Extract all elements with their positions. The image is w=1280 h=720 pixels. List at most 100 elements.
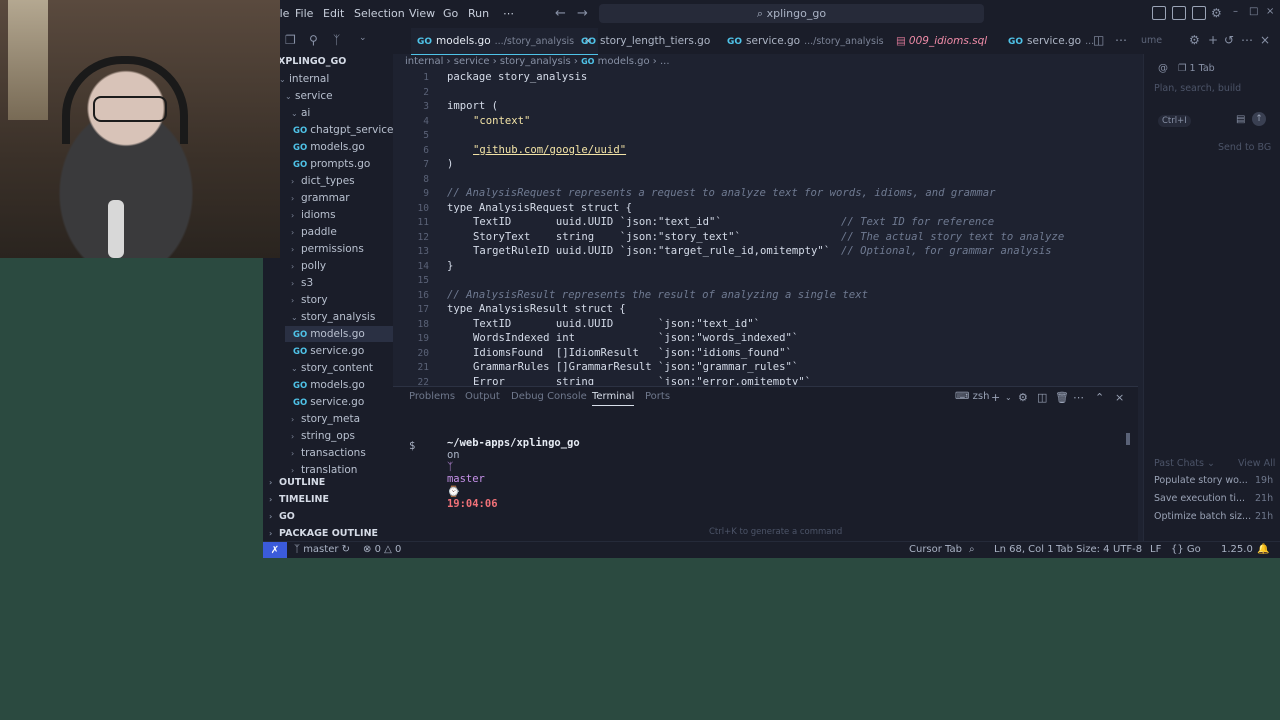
context-tab-chip[interactable]: ❐ 1 Tab: [1178, 63, 1215, 74]
tree-file-chatgpt-service[interactable]: GO chatgpt_service...: [293, 124, 404, 136]
tree-folder-story[interactable]: › story: [291, 294, 328, 306]
explorer-files-icon[interactable]: ❐: [285, 33, 296, 47]
terminal-cursor[interactable]: $: [409, 440, 415, 452]
status-cursor-tab[interactable]: Cursor Tab: [909, 544, 962, 555]
tree-file-prompts[interactable]: GO prompts.go: [293, 158, 370, 170]
menu-view[interactable]: View: [409, 7, 435, 20]
breadcrumb-story-analysis[interactable]: story_analysis: [500, 56, 571, 67]
tree-folder-polly[interactable]: › polly: [291, 260, 326, 272]
new-chat-plus-icon[interactable]: +: [1208, 33, 1218, 47]
tree-folder-string-ops[interactable]: › string_ops: [291, 430, 355, 442]
split-editor-icon[interactable]: ◫: [1093, 33, 1104, 47]
menu-go[interactable]: Go: [443, 7, 458, 20]
send-arrow-icon[interactable]: ↑: [1252, 112, 1266, 126]
view-all-link[interactable]: View All: [1238, 458, 1275, 469]
status-language[interactable]: {} Go: [1171, 544, 1201, 555]
breadcrumb-service[interactable]: service: [454, 56, 490, 67]
toggle-panel-icon[interactable]: [1172, 6, 1186, 20]
tree-file-story-content-service[interactable]: GO service.go: [293, 396, 364, 408]
chat-more-icon[interactable]: ⋯: [1241, 33, 1253, 47]
status-eol[interactable]: LF: [1150, 544, 1161, 555]
breadcrumb-internal[interactable]: internal: [405, 56, 443, 67]
at-mention-icon[interactable]: @: [1158, 63, 1168, 74]
panel-tab-terminal[interactable]: Terminal: [592, 391, 635, 406]
chat-mode-selector[interactable]: Ctrl+I: [1158, 115, 1191, 127]
close-window-icon[interactable]: ×: [1266, 6, 1274, 17]
tree-folder-permissions[interactable]: › permissions: [291, 243, 364, 255]
menu-selection[interactable]: Selection: [354, 7, 405, 20]
section-timeline[interactable]: › TIMELINE: [269, 494, 329, 505]
terminal-scrollbar[interactable]: [1126, 433, 1130, 445]
image-upload-icon[interactable]: ▤: [1236, 114, 1245, 125]
close-chat-icon[interactable]: ×: [1260, 33, 1270, 47]
panel-tab-problems[interactable]: Problems: [409, 391, 455, 402]
split-terminal-icon[interactable]: ◫: [1037, 391, 1047, 404]
settings-gear-icon[interactable]: ⚙: [1211, 6, 1222, 20]
panel-tab-ports[interactable]: Ports: [645, 391, 670, 402]
panel-tab-debug-console[interactable]: Debug Console: [511, 391, 587, 402]
tab-models-go[interactable]: GO models.go .../story_analysis ×: [411, 28, 599, 55]
back-arrow-icon[interactable]: ←: [555, 6, 566, 21]
new-terminal-plus-icon[interactable]: +: [991, 391, 1000, 404]
tree-folder-paddle[interactable]: › paddle: [291, 226, 337, 238]
section-outline[interactable]: › OUTLINE: [269, 477, 325, 488]
tree-folder-s3[interactable]: › s3: [291, 277, 313, 289]
tree-folder-story-analysis[interactable]: ⌄ story_analysis: [291, 311, 375, 323]
tree-folder-story-content[interactable]: ⌄ story_content: [291, 362, 373, 374]
zoom-icon[interactable]: ⌕: [969, 544, 975, 555]
tree-file-ai-models[interactable]: GO models.go: [293, 141, 365, 153]
status-branch[interactable]: ᛉ master ↻: [294, 544, 350, 555]
chat-history-icon[interactable]: ↺: [1224, 33, 1234, 47]
more-icon[interactable]: ⋯: [1073, 391, 1084, 404]
tab-service-go[interactable]: GO service.go .../story_analysis: [727, 28, 884, 54]
panel-tab-output[interactable]: Output: [465, 391, 500, 402]
tree-folder-transactions[interactable]: › transactions: [291, 447, 366, 459]
chat-history-item[interactable]: Save execution ti...: [1154, 493, 1245, 504]
source-control-icon[interactable]: ᛉ: [333, 33, 340, 47]
menu-more[interactable]: ⋯: [503, 7, 514, 20]
chevron-down-icon[interactable]: ⌄: [359, 33, 367, 43]
tree-folder-idioms[interactable]: › idioms: [291, 209, 336, 221]
tree-file-story-analysis-service[interactable]: GO service.go: [293, 345, 364, 357]
chevron-down-icon[interactable]: ⌄: [1005, 393, 1012, 402]
status-position[interactable]: Ln 68, Col 1: [994, 544, 1054, 555]
toggle-secondary-sidebar-icon[interactable]: [1192, 6, 1206, 20]
explorer-root-label[interactable]: XPLINGO_GO: [278, 56, 346, 67]
chat-settings-gear-icon[interactable]: ⚙: [1189, 33, 1200, 47]
send-to-background[interactable]: Send to BG: [1218, 142, 1271, 153]
status-problems[interactable]: ⊗ 0 △ 0: [363, 544, 401, 555]
terminal-prompt-line[interactable]: ~/web-apps/xplingo_go on ᛉ master ⌚ 19:0…: [409, 425, 580, 522]
tab-story-length-tiers[interactable]: GO story_length_tiers.go: [581, 28, 710, 54]
tree-folder-translation[interactable]: › translation: [291, 464, 357, 476]
minimize-icon[interactable]: –: [1233, 6, 1238, 17]
menu-edit[interactable]: Edit: [323, 7, 344, 20]
section-package-outline[interactable]: › PACKAGE OUTLINE: [269, 528, 378, 539]
tree-folder-service[interactable]: ⌄ service: [285, 90, 333, 102]
tree-folder-ai[interactable]: ⌄ ai: [291, 107, 310, 119]
tab-ume[interactable]: ume: [1141, 28, 1162, 54]
trash-icon[interactable]: 🗑: [1055, 391, 1069, 404]
maximize-icon[interactable]: □: [1249, 6, 1258, 17]
menu-run[interactable]: Run: [468, 7, 489, 20]
forward-arrow-icon[interactable]: →: [577, 6, 588, 21]
tab-idioms-sql[interactable]: ▤ 009_idioms.sql: [896, 28, 987, 54]
tree-file-story-analysis-models[interactable]: GO models.go: [285, 326, 401, 342]
remote-indicator-icon[interactable]: ✗: [263, 542, 287, 558]
section-go[interactable]: › GO: [269, 511, 295, 522]
breadcrumb-models-go[interactable]: models.go: [598, 56, 650, 67]
terminal-shell-icon[interactable]: ⌨ zsh: [955, 391, 989, 402]
past-chats-label[interactable]: Past Chats ⌄: [1154, 458, 1215, 469]
maximize-panel-icon[interactable]: ⌃: [1095, 391, 1104, 404]
notifications-bell-icon[interactable]: 🔔: [1257, 544, 1269, 555]
status-go-version[interactable]: 1.25.0: [1221, 544, 1253, 555]
tree-folder-internal[interactable]: ⌄ internal: [279, 73, 329, 85]
terminal-settings-gear-icon[interactable]: ⚙: [1018, 391, 1028, 404]
code-editor[interactable]: 1 2 3 4 5 6 7 8 9 10 11 12 13 14 15 16 1…: [393, 70, 1138, 385]
menu-file-2[interactable]: File: [295, 7, 313, 20]
tree-folder-dict-types[interactable]: › dict_types: [291, 175, 355, 187]
status-tab-size[interactable]: Tab Size: 4: [1056, 544, 1110, 555]
more-actions-icon[interactable]: ⋯: [1115, 33, 1127, 47]
tab-service-go-2[interactable]: GO service.go...: [1008, 28, 1094, 54]
chat-input[interactable]: Plan, search, build: [1154, 83, 1241, 94]
close-panel-icon[interactable]: ×: [1115, 391, 1124, 404]
